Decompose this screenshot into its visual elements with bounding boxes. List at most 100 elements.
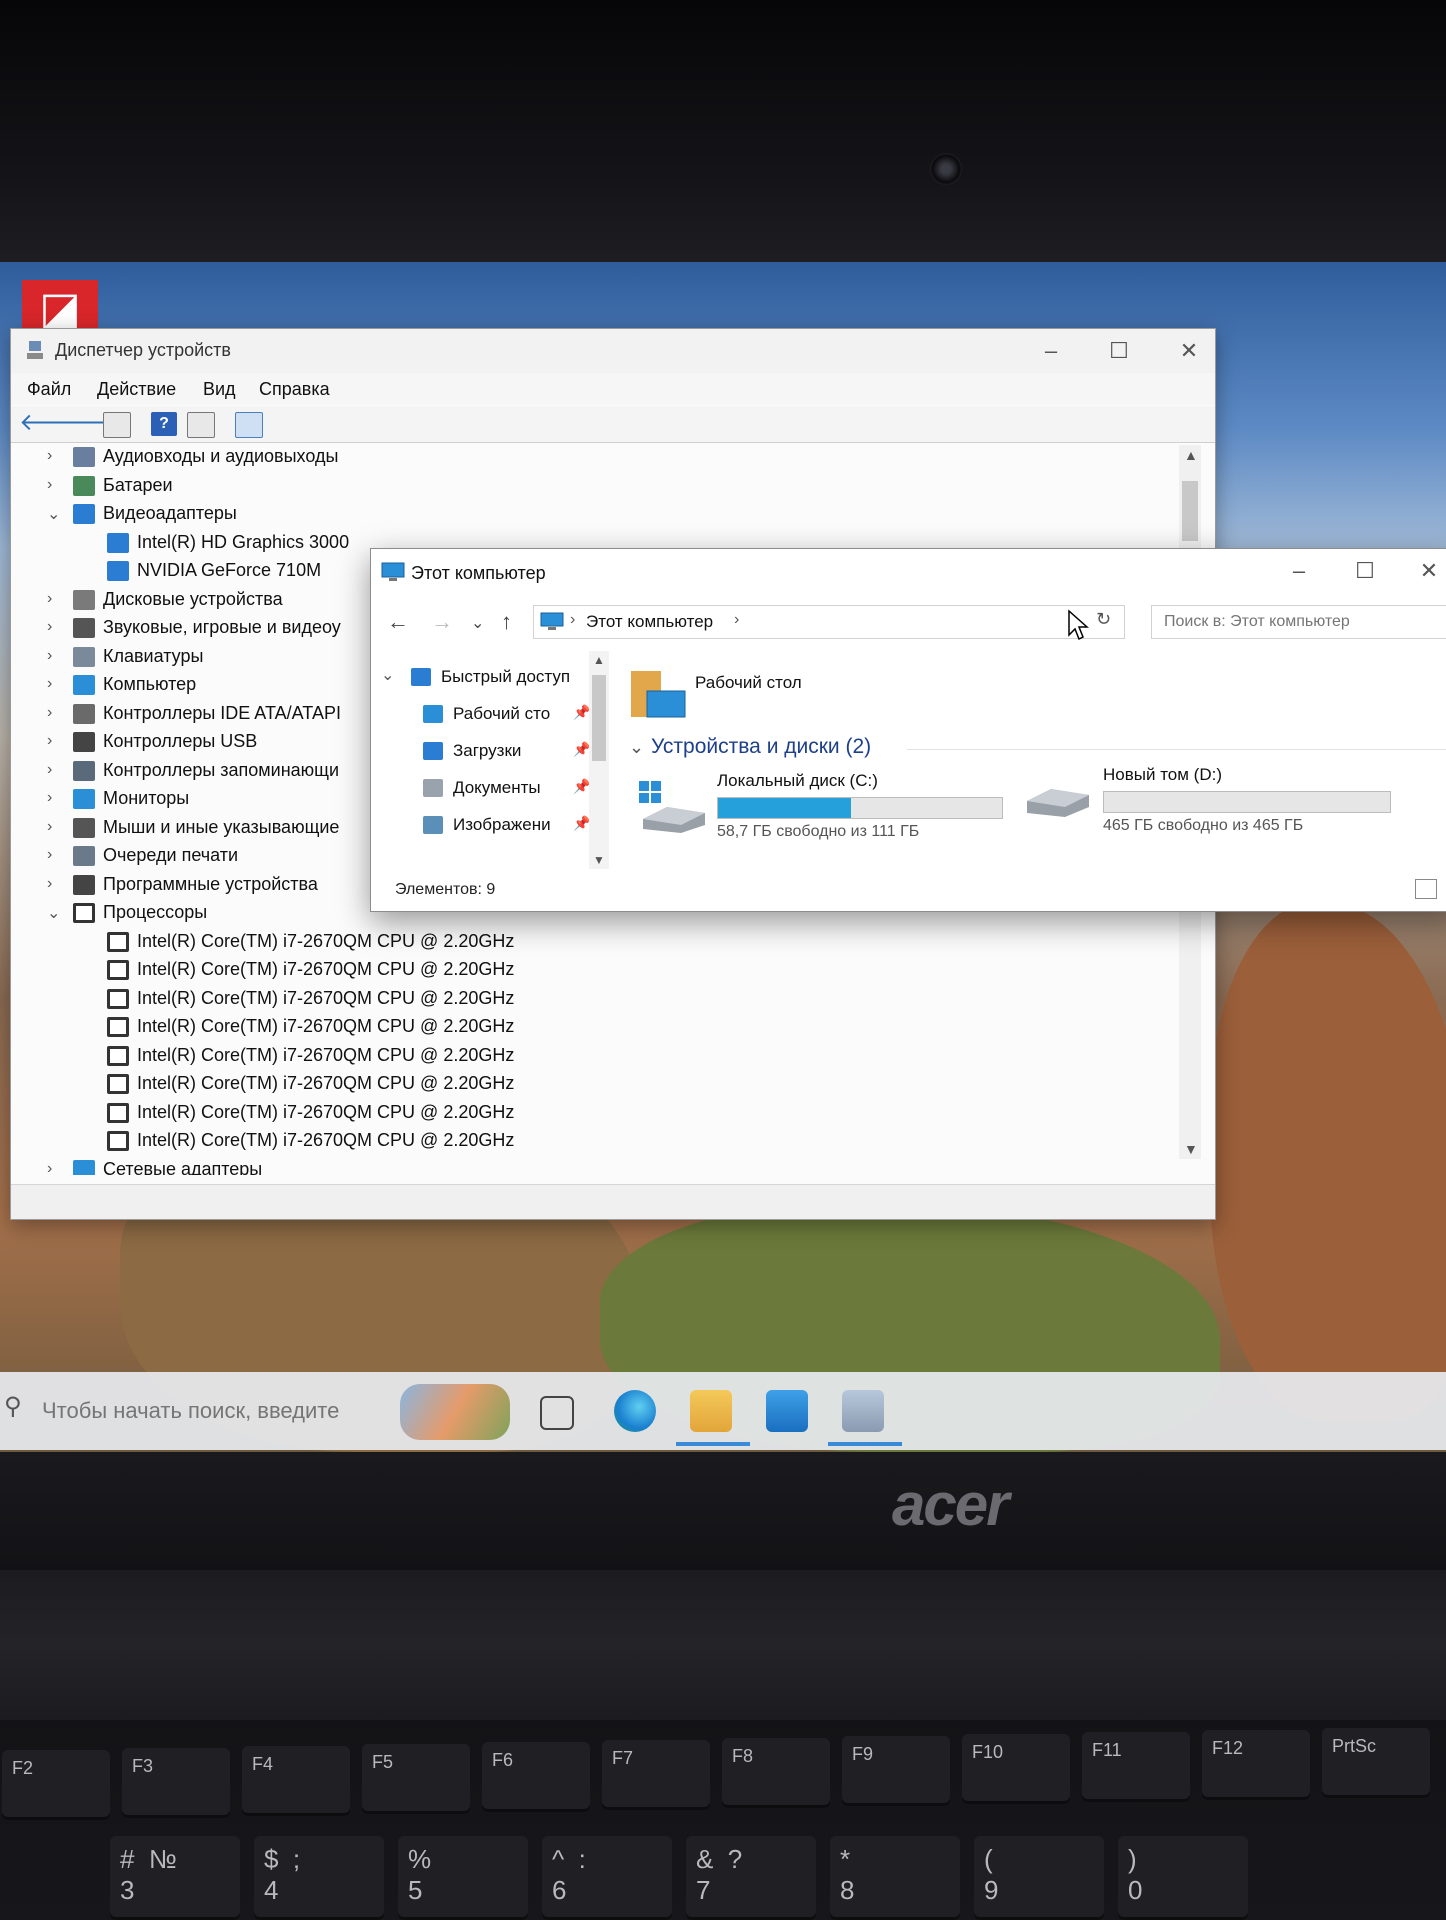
function-key[interactable]: F5 [362, 1744, 470, 1814]
nav-scrollbar[interactable]: ▲ ▼ [589, 651, 609, 869]
expanded-chevron-icon[interactable]: ⌄ [47, 504, 61, 524]
breadcrumb[interactable]: Этот компьютер [586, 612, 713, 632]
drive-free-space: 465 ГБ свободно из 465 ГБ [1103, 817, 1304, 834]
number-key[interactable]: ( 9 [974, 1836, 1104, 1920]
help-icon[interactable]: ? [151, 412, 177, 436]
drive-d[interactable]: Новый том (D:) 465 ГБ свободно из 465 ГБ [1023, 765, 1443, 845]
minimize-button[interactable]: – [1271, 553, 1327, 589]
menu-help[interactable]: Справка [259, 379, 330, 400]
minimize-button[interactable]: – [1023, 333, 1079, 369]
device-icon [107, 931, 129, 952]
scroll-down-icon[interactable]: ▼ [1184, 1141, 1198, 1157]
drive-c[interactable]: Локальный диск (C:) 58,7 ГБ свободно из … [637, 771, 1017, 851]
collapsed-chevron-icon[interactable]: › [47, 789, 61, 807]
function-key[interactable]: F6 [482, 1742, 590, 1812]
scroll-down-icon[interactable]: ▼ [593, 853, 605, 867]
explorer-titlebar[interactable]: Этот компьютер – ☐ ✕ [371, 549, 1446, 597]
desktop-folder-item[interactable]: Рабочий стол [623, 661, 923, 727]
function-key[interactable]: F8 [722, 1738, 830, 1808]
address-bar[interactable]: › Этот компьютер › ⌄ ↻ [533, 605, 1125, 639]
up-arrow-icon[interactable]: ↑ [501, 609, 512, 635]
file-explorer-icon[interactable] [690, 1390, 732, 1432]
properties-icon[interactable] [103, 412, 131, 438]
device-label: Процессоры [103, 902, 208, 922]
details-view-icon[interactable] [1415, 879, 1437, 899]
function-key[interactable]: F4 [242, 1746, 350, 1816]
number-key[interactable]: # № 3 [110, 1836, 240, 1920]
number-key[interactable]: ) 0 [1118, 1836, 1248, 1920]
scroll-thumb[interactable] [592, 675, 606, 761]
search-input[interactable] [1152, 606, 1446, 638]
collapsed-chevron-icon[interactable]: › [47, 761, 61, 779]
store-icon[interactable] [766, 1390, 808, 1432]
function-key[interactable]: F12 [1202, 1730, 1310, 1800]
maximize-button[interactable]: ☐ [1091, 333, 1147, 369]
maximize-button[interactable]: ☐ [1337, 553, 1393, 589]
function-key[interactable]: F11 [1082, 1732, 1190, 1802]
function-key[interactable]: PrtSc [1322, 1728, 1430, 1798]
pin-icon[interactable]: 📌 [573, 778, 590, 795]
menu-action[interactable]: Действие [97, 379, 176, 400]
number-key[interactable]: ^ : 6 [542, 1836, 672, 1920]
device-label: Аудиовходы и аудиовыходы [103, 446, 339, 466]
device-manager-titlebar[interactable]: Диспетчер устройств – ☐ ✕ [11, 329, 1215, 373]
section-chevron-icon[interactable]: ⌄ [629, 737, 644, 758]
scroll-thumb[interactable] [1182, 481, 1198, 541]
scan-hardware-icon[interactable] [235, 412, 263, 438]
function-key[interactable]: F3 [122, 1748, 230, 1818]
edge-browser-icon[interactable] [614, 1390, 656, 1432]
collapsed-chevron-icon[interactable]: › [47, 1160, 61, 1176]
number-key[interactable]: & ? 7 [686, 1836, 816, 1920]
key-label: ) 0 [1128, 1844, 1143, 1905]
collapsed-chevron-icon[interactable]: › [47, 732, 61, 750]
widgets-icon[interactable] [400, 1384, 510, 1440]
menu-view[interactable]: Вид [203, 379, 236, 400]
collapsed-chevron-icon[interactable]: › [47, 675, 61, 693]
task-view-icon[interactable] [540, 1396, 574, 1430]
collapsed-chevron-icon[interactable]: › [47, 818, 61, 836]
recent-chevron-icon[interactable]: ⌄ [471, 613, 484, 633]
back-arrow-icon[interactable]: ← [387, 609, 409, 635]
function-key[interactable]: F9 [842, 1736, 950, 1806]
function-key[interactable]: F2 [2, 1750, 110, 1820]
pin-icon[interactable]: 📌 [573, 704, 590, 721]
section-divider [907, 749, 1446, 750]
scroll-up-icon[interactable]: ▲ [1184, 447, 1198, 463]
forward-arrow-icon[interactable]: → [431, 609, 453, 635]
laptop-top-bezel [0, 0, 1446, 262]
device-icon [73, 760, 95, 781]
taskbar-search[interactable]: ⚲ [0, 1372, 390, 1450]
webcam [930, 153, 962, 185]
devices-section-header[interactable]: ⌄ Устройства и диски (2) [623, 735, 1446, 765]
update-driver-icon[interactable] [187, 412, 215, 438]
expanded-chevron-icon[interactable]: ⌄ [381, 665, 394, 685]
collapsed-chevron-icon[interactable]: › [47, 875, 61, 893]
search-box[interactable] [1151, 605, 1446, 639]
pin-icon[interactable]: 📌 [573, 815, 590, 832]
close-button[interactable]: ✕ [1161, 333, 1217, 369]
collapsed-chevron-icon[interactable]: › [47, 647, 61, 665]
collapsed-chevron-icon[interactable]: › [47, 704, 61, 722]
device-icon [73, 703, 95, 724]
number-key[interactable]: * 8 [830, 1836, 960, 1920]
menu-file[interactable]: Файл [27, 379, 71, 400]
collapsed-chevron-icon[interactable]: › [47, 447, 61, 465]
function-key[interactable]: F7 [602, 1740, 710, 1810]
collapsed-chevron-icon[interactable]: › [47, 590, 61, 608]
collapsed-chevron-icon[interactable]: › [47, 618, 61, 636]
pin-icon[interactable]: 📌 [573, 741, 590, 758]
refresh-icon[interactable]: ↻ [1096, 609, 1111, 630]
scroll-up-icon[interactable]: ▲ [593, 653, 605, 667]
number-key[interactable]: $ ; 4 [254, 1836, 384, 1920]
number-key[interactable]: % 5 [398, 1836, 528, 1920]
function-key[interactable]: F10 [962, 1734, 1070, 1804]
device-manager-taskbar-icon[interactable] [842, 1390, 884, 1432]
collapsed-chevron-icon[interactable]: › [47, 476, 61, 494]
nav-item-label: Рабочий сто [453, 704, 551, 723]
back-arrow-icon[interactable]: 🡐 [19, 411, 83, 436]
expanded-chevron-icon[interactable]: ⌄ [47, 903, 61, 923]
close-button[interactable]: ✕ [1401, 553, 1446, 589]
taskbar-search-input[interactable] [40, 1394, 384, 1428]
forward-arrow-icon[interactable]: 🡒 [55, 411, 119, 436]
collapsed-chevron-icon[interactable]: › [47, 846, 61, 864]
